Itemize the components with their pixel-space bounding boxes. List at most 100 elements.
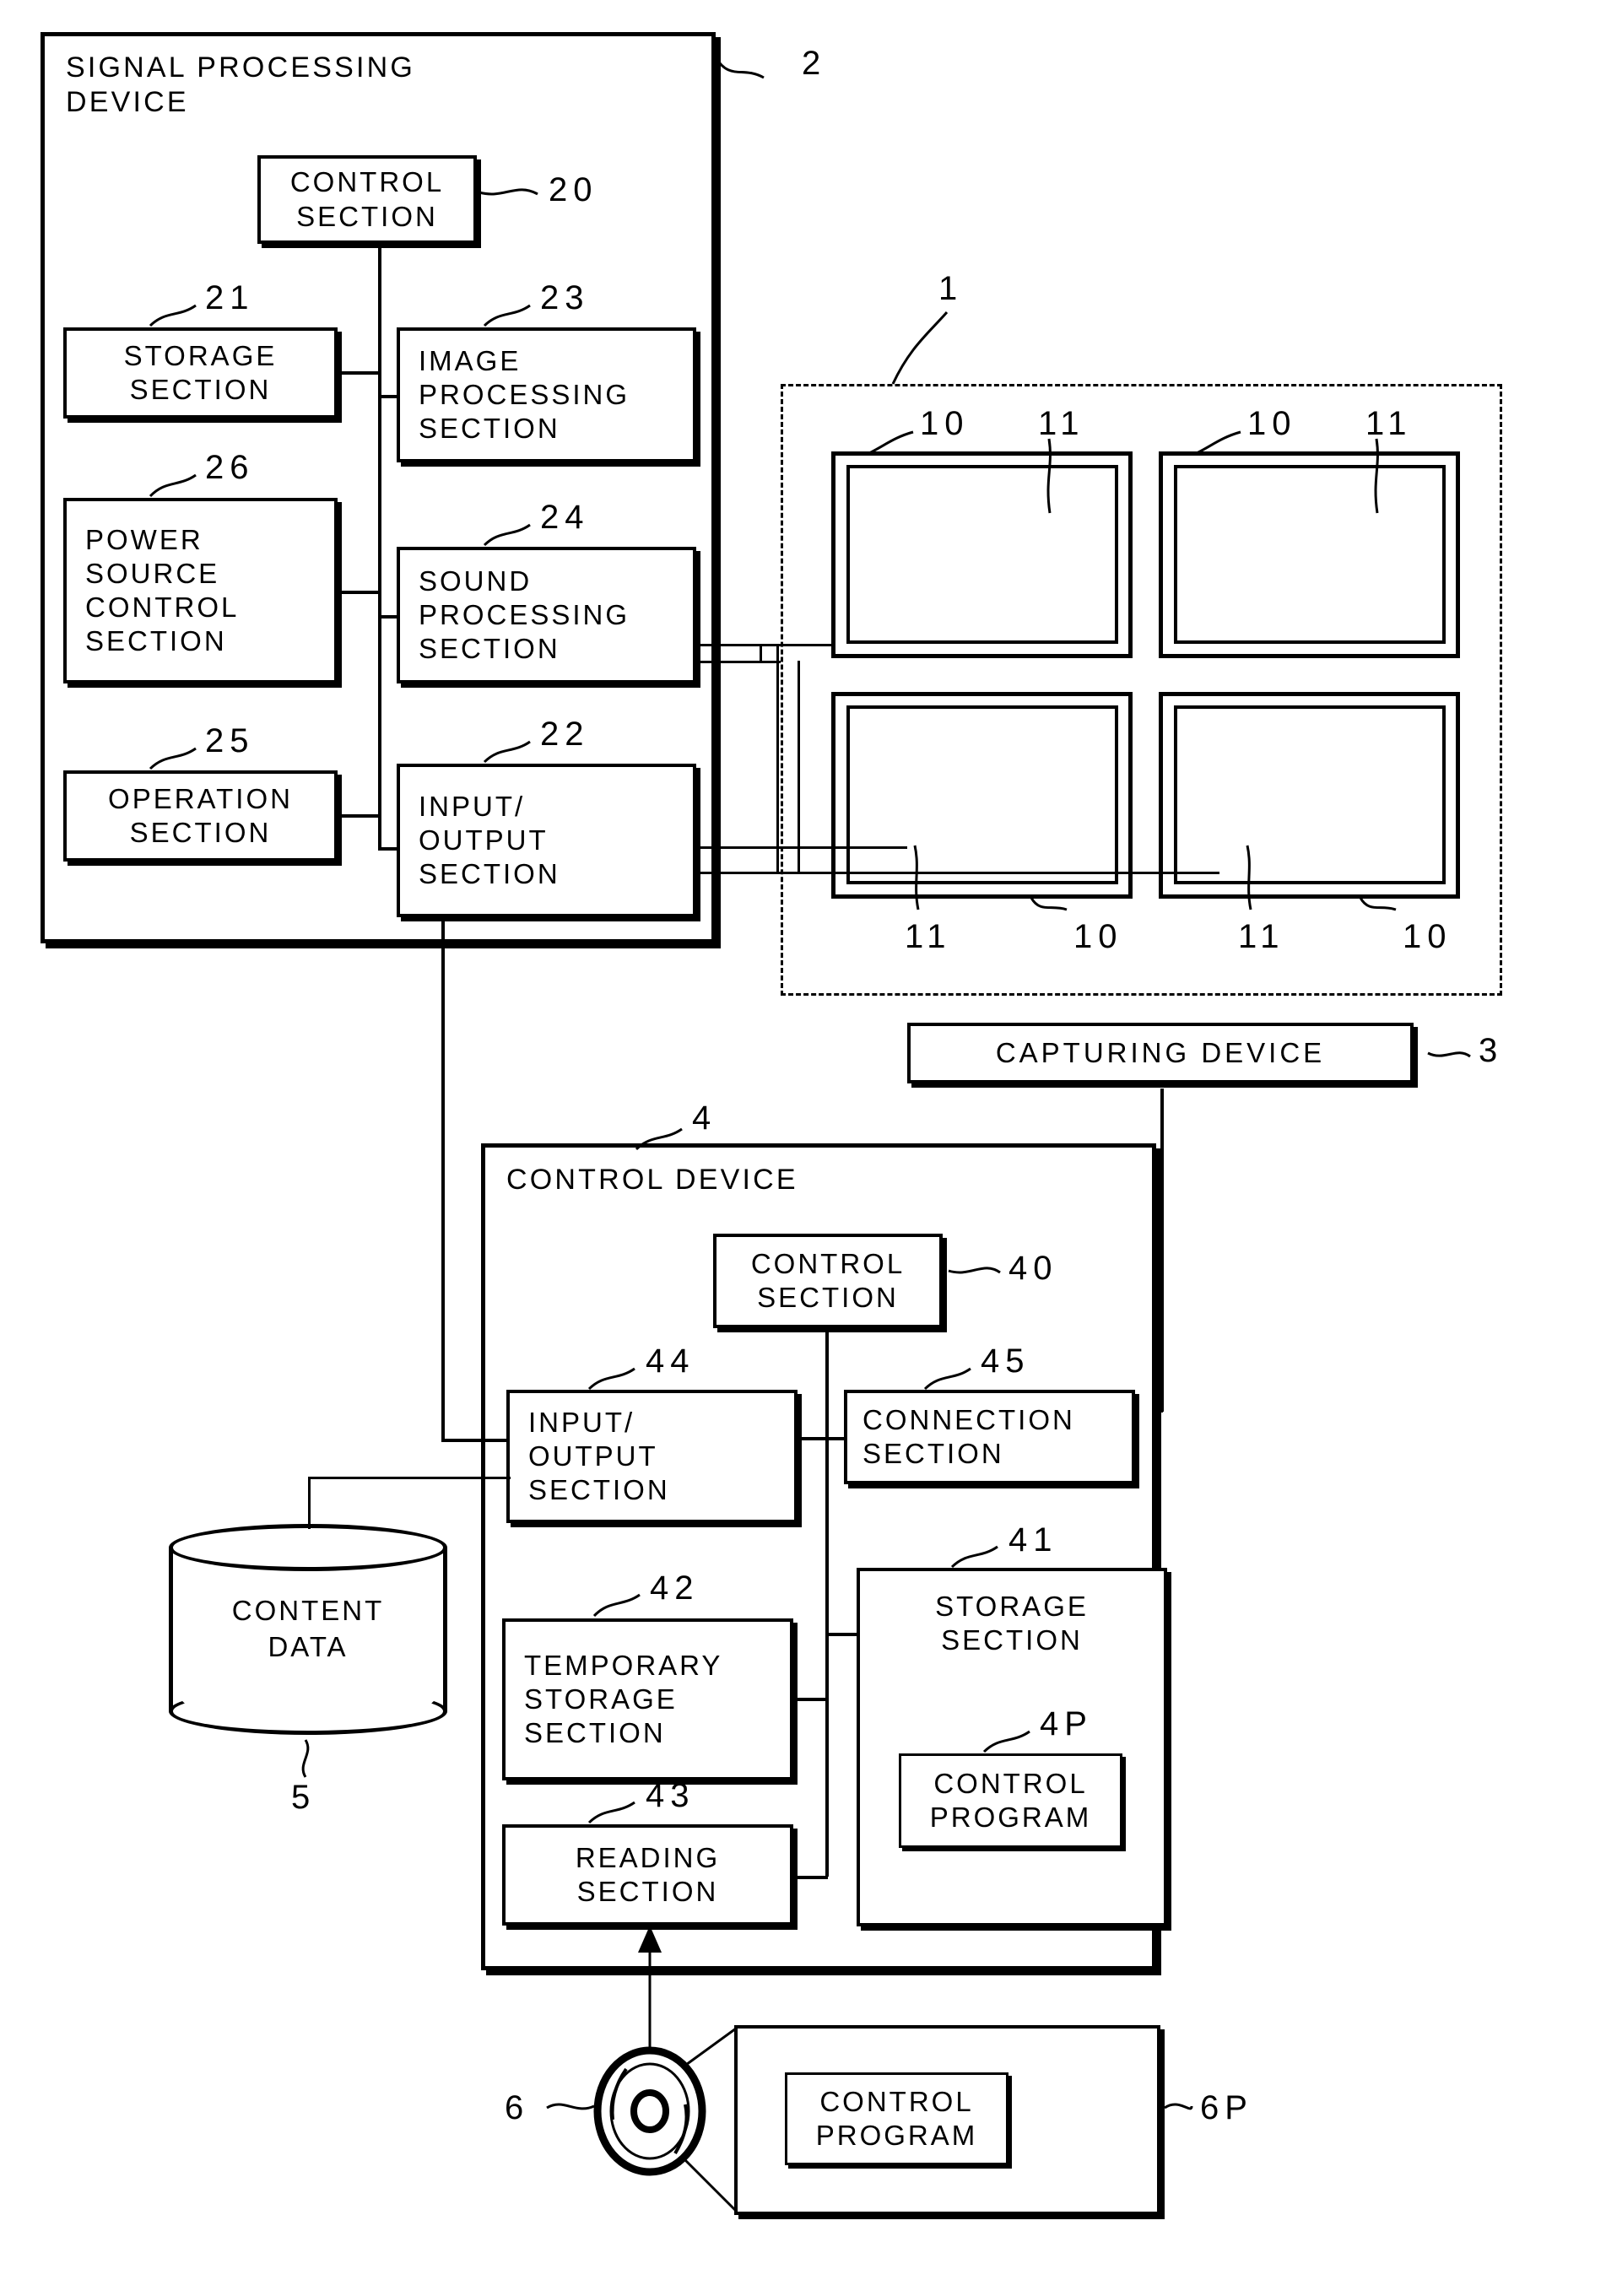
spd-to-cd-vertical [441, 917, 445, 1440]
content-data-link-v [308, 1477, 311, 1529]
ref-23: 23 [540, 279, 590, 316]
content-data-cylinder: CONTENT DATA [169, 1524, 447, 1735]
block-image-processing-section-23: IMAGE PROCESSING SECTION [397, 327, 696, 462]
spd-to-cd-horizontal [441, 1439, 509, 1442]
block-storage-section-41: STORAGE SECTION [857, 1568, 1167, 1926]
leader-3 [1427, 1051, 1471, 1058]
block-control-section-20: CONTROL SECTION [257, 155, 477, 244]
leader-6 [546, 2103, 595, 2110]
io-to-panels-h3 [696, 846, 907, 849]
block-label: INPUT/ OUTPUT SECTION [419, 790, 560, 890]
block-connection-section-45: CONNECTION SECTION [844, 1390, 1135, 1484]
ref-panel1-inner-11: 11 [1038, 405, 1085, 442]
block-label: STORAGE SECTION [123, 339, 278, 405]
cd-bus-to-storage-41 [825, 1633, 859, 1636]
content-data-link-h [308, 1477, 511, 1479]
spd-bus-to-sound-24 [378, 615, 399, 619]
io-to-panels-h1 [696, 644, 831, 646]
ref-panel3-inner-11: 11 [905, 918, 952, 955]
block-label: READING SECTION [575, 1841, 721, 1907]
block-storage-section-21: STORAGE SECTION [63, 327, 338, 419]
block-temporary-storage-section-42: TEMPORARY STORAGE SECTION [502, 1618, 793, 1780]
callout-upper [670, 2027, 737, 2077]
control-device-title: CONTROL DEVICE [506, 1164, 798, 1196]
io-to-panels-h4 [696, 872, 1219, 874]
ref-panel3-outer-10: 10 [1073, 918, 1123, 955]
block-control-section-40: CONTROL SECTION [713, 1234, 943, 1328]
spd-bus-to-io-22 [378, 847, 399, 851]
leader-1 [891, 311, 949, 385]
ref-41: 41 [1008, 1521, 1058, 1559]
spd-bus-to-operation-25 [338, 814, 380, 818]
block-label: TEMPORARY STORAGE SECTION [524, 1649, 723, 1749]
block-control-program-4p: CONTROL PROGRAM [899, 1753, 1122, 1848]
ref-capturing-group-1: 1 [938, 270, 964, 307]
capture-panel-inner-4 [1174, 705, 1446, 884]
ref-panel1-outer-10: 10 [920, 405, 970, 442]
ref-21: 21 [205, 279, 255, 316]
block-label: OPERATION SECTION [108, 782, 293, 848]
cd-bus-to-temporary-42 [793, 1698, 828, 1701]
block-sound-processing-section-24: SOUND PROCESSING SECTION [397, 547, 696, 683]
leader-5 [301, 1739, 310, 1778]
cd-bus-to-io-44 [798, 1437, 828, 1440]
block-operation-section-25: OPERATION SECTION [63, 770, 338, 862]
ref-24: 24 [540, 499, 590, 536]
block-control-program-6p: CONTROL PROGRAM [785, 2072, 1008, 2165]
capturing-device-label: CAPTURING DEVICE [995, 1036, 1326, 1068]
io-to-panels-v2 [776, 644, 779, 872]
leader-6p [1164, 2103, 1193, 2110]
io-to-panels-h2 [696, 661, 781, 663]
capture-panel-inner-2 [1174, 465, 1446, 644]
block-power-source-control-section-26: POWER SOURCE CONTROL SECTION [63, 498, 338, 683]
ref-control-device-4: 4 [692, 1099, 717, 1137]
block-label: INPUT/ OUTPUT SECTION [528, 1406, 670, 1506]
io-to-panels-v3 [798, 661, 800, 872]
block-input-output-section-44: INPUT/ OUTPUT SECTION [506, 1390, 798, 1523]
block-label: IMAGE PROCESSING SECTION [419, 344, 630, 445]
block-label: CONNECTION SECTION [862, 1403, 1075, 1469]
ref-6p: 6P [1200, 2089, 1253, 2126]
ref-panel4-inner-11: 11 [1238, 918, 1285, 955]
block-label: CONTROL PROGRAM [815, 2085, 978, 2151]
ref-40: 40 [1008, 1250, 1058, 1287]
cd-bus-to-reading-43 [793, 1876, 828, 1879]
spd-bus-to-control-20 [365, 244, 381, 247]
block-input-output-section-22: INPUT/ OUTPUT SECTION [397, 764, 696, 917]
capturing-to-connection-v [1160, 1089, 1164, 1412]
patent-figure-canvas: SIGNAL PROCESSING DEVICE 2 CONTROL SECTI… [0, 0, 1606, 2296]
capturing-device-label-box: CAPTURING DEVICE [907, 1023, 1414, 1083]
ref-26: 26 [205, 449, 255, 486]
ref-panel4-outer-10: 10 [1403, 918, 1452, 955]
ref-6: 6 [505, 2089, 530, 2126]
ref-43: 43 [646, 1777, 695, 1814]
ref-42: 42 [650, 1569, 700, 1607]
leader-2 [714, 57, 765, 79]
block-reading-section-43: READING SECTION [502, 1824, 793, 1926]
ref-panel2-inner-11: 11 [1365, 405, 1413, 442]
spd-bus-to-storage-21 [338, 371, 380, 375]
ref-panel2-outer-10: 10 [1247, 405, 1297, 442]
block-label: CONTROL SECTION [289, 166, 445, 232]
recording-medium-content-box: CONTROL PROGRAM [734, 2025, 1160, 2215]
ref-content-data-5: 5 [291, 1779, 316, 1816]
block-label: POWER SOURCE CONTROL SECTION [85, 523, 240, 657]
ref-20: 20 [549, 171, 598, 208]
block-label: STORAGE SECTION [935, 1591, 1089, 1656]
content-data-label: CONTENT DATA [231, 1595, 385, 1662]
io-to-panels-v1 [760, 644, 762, 661]
spd-bus-vertical [378, 244, 381, 847]
signal-processing-device-title: SIGNAL PROCESSING DEVICE [66, 51, 416, 119]
callout-lower [673, 2148, 738, 2212]
ref-22: 22 [540, 716, 590, 753]
ref-signal-processing-device: 2 [802, 45, 827, 82]
ref-capturing-device-3: 3 [1479, 1032, 1504, 1069]
cd-bus-vertical [825, 1328, 829, 1877]
capture-panel-inner-3 [846, 705, 1118, 884]
block-label: CONTROL SECTION [750, 1247, 906, 1313]
spd-bus-to-image-23 [378, 395, 399, 398]
cd-bus-to-connection-45 [825, 1437, 846, 1440]
ref-4p: 4P [1040, 1705, 1093, 1742]
ref-25: 25 [205, 722, 255, 759]
recording-medium-disc [593, 2046, 706, 2176]
